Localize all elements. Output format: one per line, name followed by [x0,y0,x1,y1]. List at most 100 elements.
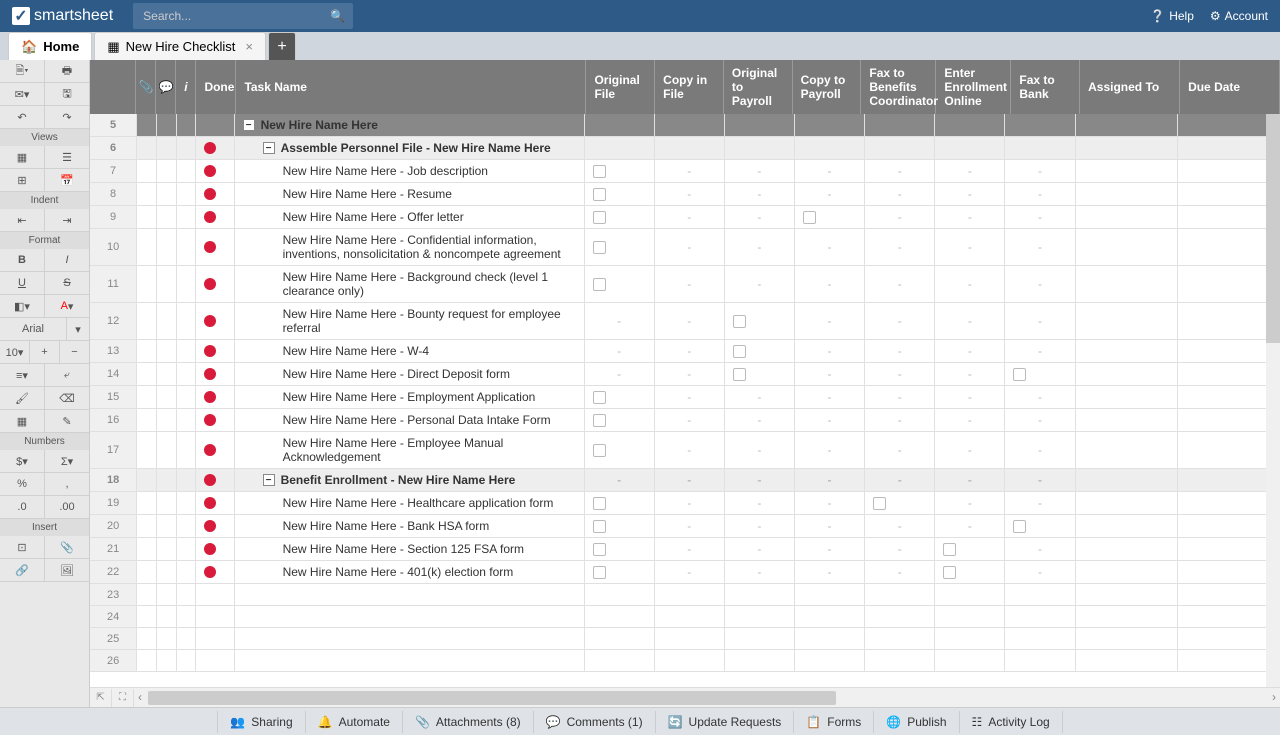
col6-header[interactable]: Enter Enrollment Online [936,60,1011,114]
paint-button[interactable]: 🖌 [0,387,45,409]
done-cell[interactable] [196,409,234,431]
data-cell[interactable]: - [935,515,1005,537]
data-cell[interactable]: - [655,183,725,205]
checkbox[interactable] [593,566,606,579]
data-cell[interactable]: - [795,363,865,385]
row-number[interactable]: 7 [90,160,137,182]
data-cell[interactable]: - [725,160,795,182]
row-icon-cell[interactable] [157,561,177,583]
done-cell[interactable] [196,137,234,159]
checkbox[interactable] [733,368,746,381]
row-icon-cell[interactable] [157,409,177,431]
row-number[interactable]: 9 [90,206,137,228]
duedate-cell[interactable] [1178,584,1280,605]
data-cell[interactable]: - [935,266,1005,302]
done-cell[interactable] [196,363,234,385]
account-link[interactable]: ⚙Account [1210,9,1268,23]
row-number[interactable]: 5 [90,114,137,136]
table-row[interactable]: 7New Hire Name Here - Job description---… [90,160,1280,183]
row-number[interactable]: 19 [90,492,137,514]
assigned-cell[interactable] [1076,114,1178,136]
row-icon-cell[interactable] [157,303,177,339]
data-cell[interactable]: - [725,409,795,431]
data-cell[interactable] [585,606,655,627]
row-number[interactable]: 12 [90,303,137,339]
highlight-button[interactable]: ✎ [45,410,89,432]
checkbox[interactable] [593,444,606,457]
col1-header[interactable]: Original File [586,60,655,114]
data-cell[interactable]: - [935,409,1005,431]
row-icon-cell[interactable] [137,561,157,583]
data-cell[interactable] [795,650,865,671]
data-cell[interactable]: - [585,303,655,339]
data-cell[interactable]: - [865,206,935,228]
table-row[interactable]: 24 [90,606,1280,628]
row-icon-cell[interactable] [177,137,197,159]
publish-button[interactable]: 🌐Publish [874,711,959,733]
data-cell[interactable]: - [795,492,865,514]
cal-view[interactable]: 📅 [45,169,89,191]
activity-log-button[interactable]: ☷Activity Log [960,711,1063,733]
data-cell[interactable]: - [1005,160,1075,182]
row-icon-cell[interactable] [177,628,197,649]
row-icon-cell[interactable] [157,229,177,265]
row-icon-cell[interactable] [177,469,197,491]
collapse-icon[interactable]: − [263,474,275,486]
row-icon-cell[interactable] [137,183,157,205]
tab-document[interactable]: ▦ New Hire Checklist × [94,32,266,60]
checkbox[interactable] [733,315,746,328]
data-cell[interactable] [935,137,1005,159]
checkbox[interactable] [593,165,606,178]
done-cell[interactable] [196,229,234,265]
row-icon-cell[interactable] [137,538,157,560]
row-number[interactable]: 26 [90,650,137,671]
data-cell[interactable]: - [865,469,935,491]
done-cell[interactable] [196,206,234,228]
done-cell[interactable] [196,160,234,182]
data-cell[interactable]: - [935,469,1005,491]
data-cell[interactable] [865,584,935,605]
data-cell[interactable]: - [865,266,935,302]
col5-header[interactable]: Fax to Benefits Coordinator [861,60,936,114]
data-cell[interactable] [795,206,865,228]
assigned-cell[interactable] [1076,303,1178,339]
table-row[interactable]: 13New Hire Name Here - W-4------ [90,340,1280,363]
task-cell[interactable]: New Hire Name Here - Section 125 FSA for… [235,538,585,560]
underline-button[interactable]: U [0,272,45,294]
assigned-cell[interactable] [1076,183,1178,205]
gantt-view[interactable]: ☰ [45,146,89,168]
data-cell[interactable]: - [935,386,1005,408]
row-icon-cell[interactable] [177,561,197,583]
data-cell[interactable]: - [1005,469,1075,491]
task-cell[interactable]: New Hire Name Here - Confidential inform… [235,229,585,265]
data-cell[interactable] [655,628,725,649]
task-cell[interactable] [235,628,585,649]
task-cell[interactable]: New Hire Name Here - Direct Deposit form [235,363,585,385]
size-down[interactable]: − [60,341,89,363]
row-number[interactable]: 18 [90,469,137,491]
data-cell[interactable] [865,114,935,136]
data-cell[interactable]: - [655,229,725,265]
data-cell[interactable]: - [585,340,655,362]
task-cell[interactable]: New Hire Name Here - Bounty request for … [235,303,585,339]
checkbox[interactable] [593,278,606,291]
done-header[interactable]: Done [196,60,236,114]
link-cell-button[interactable]: ⊡ [0,536,45,558]
data-cell[interactable] [865,492,935,514]
bold-button[interactable]: B [0,249,45,271]
assigned-cell[interactable] [1076,538,1178,560]
table-row[interactable]: 10New Hire Name Here - Confidential info… [90,229,1280,266]
row-icon-cell[interactable] [137,492,157,514]
checkbox[interactable] [1013,368,1026,381]
data-cell[interactable]: - [655,409,725,431]
horizontal-scrollbar[interactable]: ‹ › [134,691,1280,705]
data-cell[interactable]: - [1005,492,1075,514]
table-row[interactable]: 6−Assemble Personnel File - New Hire Nam… [90,137,1280,160]
attachments-button[interactable]: 📎Attachments (8) [403,711,534,733]
data-cell[interactable] [655,584,725,605]
comments-button[interactable]: 💬Comments (1) [534,711,656,733]
data-cell[interactable]: - [655,386,725,408]
row-icon-cell[interactable] [137,137,157,159]
data-cell[interactable] [795,584,865,605]
logo[interactable]: ✓ smartsheet [12,7,113,25]
